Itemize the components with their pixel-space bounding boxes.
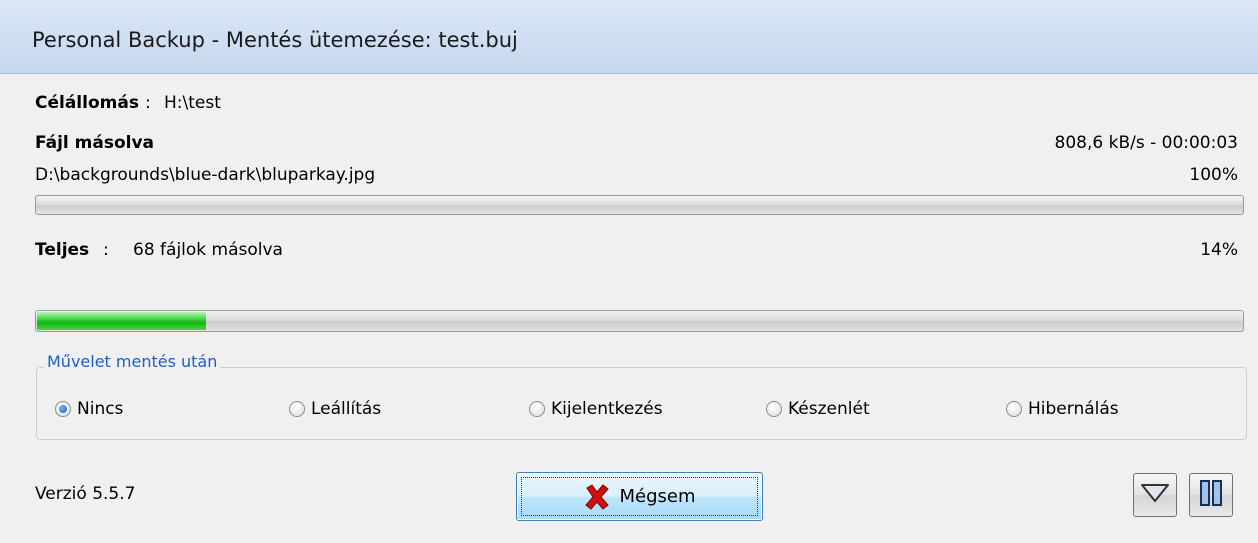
radio-leallitas[interactable]: Leállítás [289,397,381,421]
cancel-button[interactable]: Mégsem [516,472,763,521]
total-label: Teljes [35,240,90,260]
window-title: Personal Backup - Mentés ütemezése: test… [32,28,518,52]
radio-hibernalas[interactable]: Hibernálás [1006,397,1119,421]
radio-label: Kijelentkezés [551,399,663,419]
radio-button-icon[interactable] [55,401,71,417]
transfer-rate: 808,6 kB/s - 00:00:03 [1054,133,1238,153]
destination-separator: : [145,93,151,113]
total-progress-bar [35,310,1244,332]
expand-button[interactable] [1133,473,1177,517]
destination-value: H:\test [164,93,221,113]
total-percent: 14% [1200,240,1238,260]
radio-keszenlet[interactable]: Készenlét [766,397,870,421]
radio-button-icon[interactable] [1006,401,1022,417]
after-action-legend: Művelet mentés után [44,352,221,371]
radio-label: Készenlét [788,399,870,419]
radio-kijelentkezes[interactable]: Kijelentkezés [529,397,663,421]
file-path: D:\backgrounds\blue-dark\bluparkay.jpg [35,165,376,185]
total-separator: : [103,240,109,260]
total-value: 68 fájlok másolva [133,240,283,260]
destination-label: Célállomás [35,93,139,113]
total-progress-fill [37,312,206,330]
focus-rectangle [521,477,758,516]
radio-label: Hibernálás [1028,399,1119,419]
title-bar: Personal Backup - Mentés ütemezése: test… [0,0,1258,74]
radio-label: Nincs [77,399,124,419]
pause-icon [1197,478,1225,512]
triangle-down-icon [1140,482,1170,508]
file-percent: 100% [1189,165,1238,185]
radio-button-icon[interactable] [289,401,305,417]
file-status: Fájl másolva [35,133,155,153]
version-label: Verzió 5.5.7 [35,484,136,504]
radio-button-icon[interactable] [766,401,782,417]
radio-button-icon[interactable] [529,401,545,417]
pause-button[interactable] [1189,473,1233,517]
file-progress-bar [35,195,1244,215]
file-progress-fill [37,197,1242,213]
radio-nincs[interactable]: Nincs [55,397,123,421]
radio-label: Leállítás [311,399,382,419]
red-x-icon [583,483,611,511]
